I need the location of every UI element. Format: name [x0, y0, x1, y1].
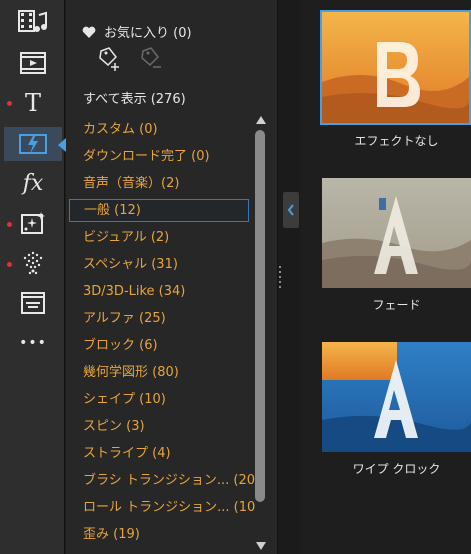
- scroll-up-icon[interactable]: [256, 116, 266, 124]
- panel-splitter[interactable]: [278, 0, 300, 554]
- category-item[interactable]: 歪み (19): [66, 521, 256, 548]
- category-item[interactable]: ビジュアル (2): [66, 224, 256, 251]
- category-item[interactable]: ストライプ (4): [66, 440, 256, 467]
- category-item[interactable]: ロール トランジション... (10): [66, 494, 256, 521]
- spray-icon: [23, 251, 43, 275]
- category-item-selected[interactable]: 一般 (12): [69, 199, 249, 222]
- category-item[interactable]: 3D/3D-Like (34): [66, 278, 256, 305]
- fx-effect-icon: fx: [22, 170, 44, 196]
- media-music-icon: [18, 10, 47, 32]
- transition-icon: [19, 134, 47, 154]
- category-item[interactable]: アルファ (25): [66, 305, 256, 332]
- transition-thumbnail-selected[interactable]: [320, 10, 471, 125]
- category-item[interactable]: 幾何学図形 (80): [66, 359, 256, 386]
- transition-gallery: エフェクトなし フェード ワイプ クロック: [300, 0, 471, 554]
- add-to-favorites-button[interactable]: [96, 45, 124, 73]
- category-item[interactable]: ダウンロード完了 (0): [66, 143, 256, 170]
- favorites-item[interactable]: お気に入り (0): [82, 22, 192, 41]
- tag-remove-icon: [141, 47, 161, 68]
- category-item[interactable]: カスタム (0): [66, 116, 256, 143]
- particle-room-button[interactable]: [8, 206, 58, 240]
- transition-thumbnail[interactable]: [322, 178, 471, 288]
- transition-label: エフェクトなし: [354, 134, 439, 148]
- media-room-button[interactable]: [8, 5, 58, 39]
- chevron-left-icon: [287, 204, 294, 216]
- title-text-icon: T: [24, 89, 41, 117]
- collapse-panel-button[interactable]: [283, 192, 299, 228]
- category-scrollbar[interactable]: [254, 116, 268, 550]
- video-room-icon: [20, 52, 46, 74]
- transition-preview-image: [322, 12, 469, 123]
- category-item[interactable]: スペシャル (31): [66, 251, 256, 278]
- scroll-thumb[interactable]: [255, 130, 265, 502]
- room-toolbar: T fx •••: [0, 0, 66, 554]
- transition-label: フェード: [372, 298, 421, 312]
- category-item[interactable]: ブロック (6): [66, 332, 256, 359]
- effect-room-button[interactable]: fx: [8, 166, 58, 200]
- transition-room-button[interactable]: [4, 127, 62, 161]
- category-item[interactable]: ブラシ トランジション... (20): [66, 467, 256, 494]
- show-all-item[interactable]: すべて表示 (276): [83, 88, 186, 107]
- transition-label: ワイプ クロック: [352, 462, 441, 476]
- more-icon: •••: [19, 335, 47, 351]
- splitter-grip-icon[interactable]: [279, 266, 281, 290]
- category-item[interactable]: シェイプ (10): [66, 386, 256, 413]
- category-list: カスタム (0) ダウンロード完了 (0) 音声（音楽）(2) 一般 (12) …: [66, 116, 256, 548]
- category-item[interactable]: スピン (3): [66, 413, 256, 440]
- transition-thumbnail[interactable]: [322, 342, 471, 452]
- subtitle-icon: [21, 292, 45, 314]
- spray-room-button[interactable]: [8, 246, 58, 280]
- transition-preview-image: [322, 178, 471, 288]
- subtitle-room-button[interactable]: [8, 286, 58, 320]
- tag-add-icon: [99, 47, 119, 71]
- transition-preview-image: [322, 342, 471, 452]
- more-button[interactable]: •••: [8, 326, 58, 360]
- remove-from-favorites-button[interactable]: [138, 45, 166, 73]
- particle-icon: [21, 212, 45, 234]
- scroll-down-icon[interactable]: [256, 542, 266, 550]
- category-panel: お気に入り (0) すべて表示 (276) カスタム (0) ダウンロード完了 …: [66, 0, 278, 554]
- heart-icon: [82, 26, 96, 38]
- category-item[interactable]: 音声（音楽）(2): [66, 170, 256, 197]
- active-room-indicator: [58, 138, 66, 152]
- video-room-button[interactable]: [8, 46, 58, 80]
- title-room-button[interactable]: T: [8, 86, 58, 120]
- favorites-label: お気に入り (0): [104, 26, 192, 41]
